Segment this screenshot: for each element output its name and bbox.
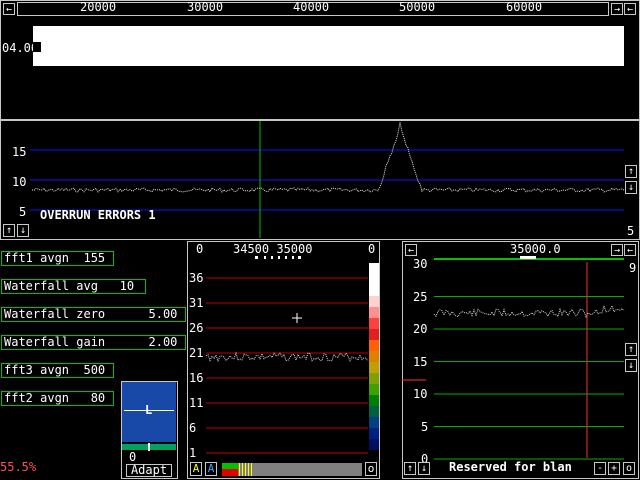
right-up-button[interactable]: ↑ <box>625 343 637 356</box>
reserved-text: Reserved for blan <box>449 460 572 474</box>
right-y-tick: 5 <box>421 419 429 434</box>
right-minus-button[interactable]: - <box>594 462 606 475</box>
right-y-tick: 10 <box>413 387 428 401</box>
right-y-tick: 20 <box>413 322 428 336</box>
right-down-button[interactable]: ↓ <box>625 359 637 372</box>
right-y-tick: 15 <box>413 354 428 369</box>
right-y-tick: 25 <box>413 289 428 304</box>
right-plus-button[interactable]: + <box>608 462 620 475</box>
right-bottom-down-button[interactable]: ↓ <box>418 462 430 475</box>
right-plot <box>402 256 625 460</box>
right-o-button[interactable]: o <box>623 462 635 475</box>
right-bottom-up-button[interactable]: ↑ <box>404 462 416 475</box>
right-y-tick: 30 <box>413 257 428 271</box>
